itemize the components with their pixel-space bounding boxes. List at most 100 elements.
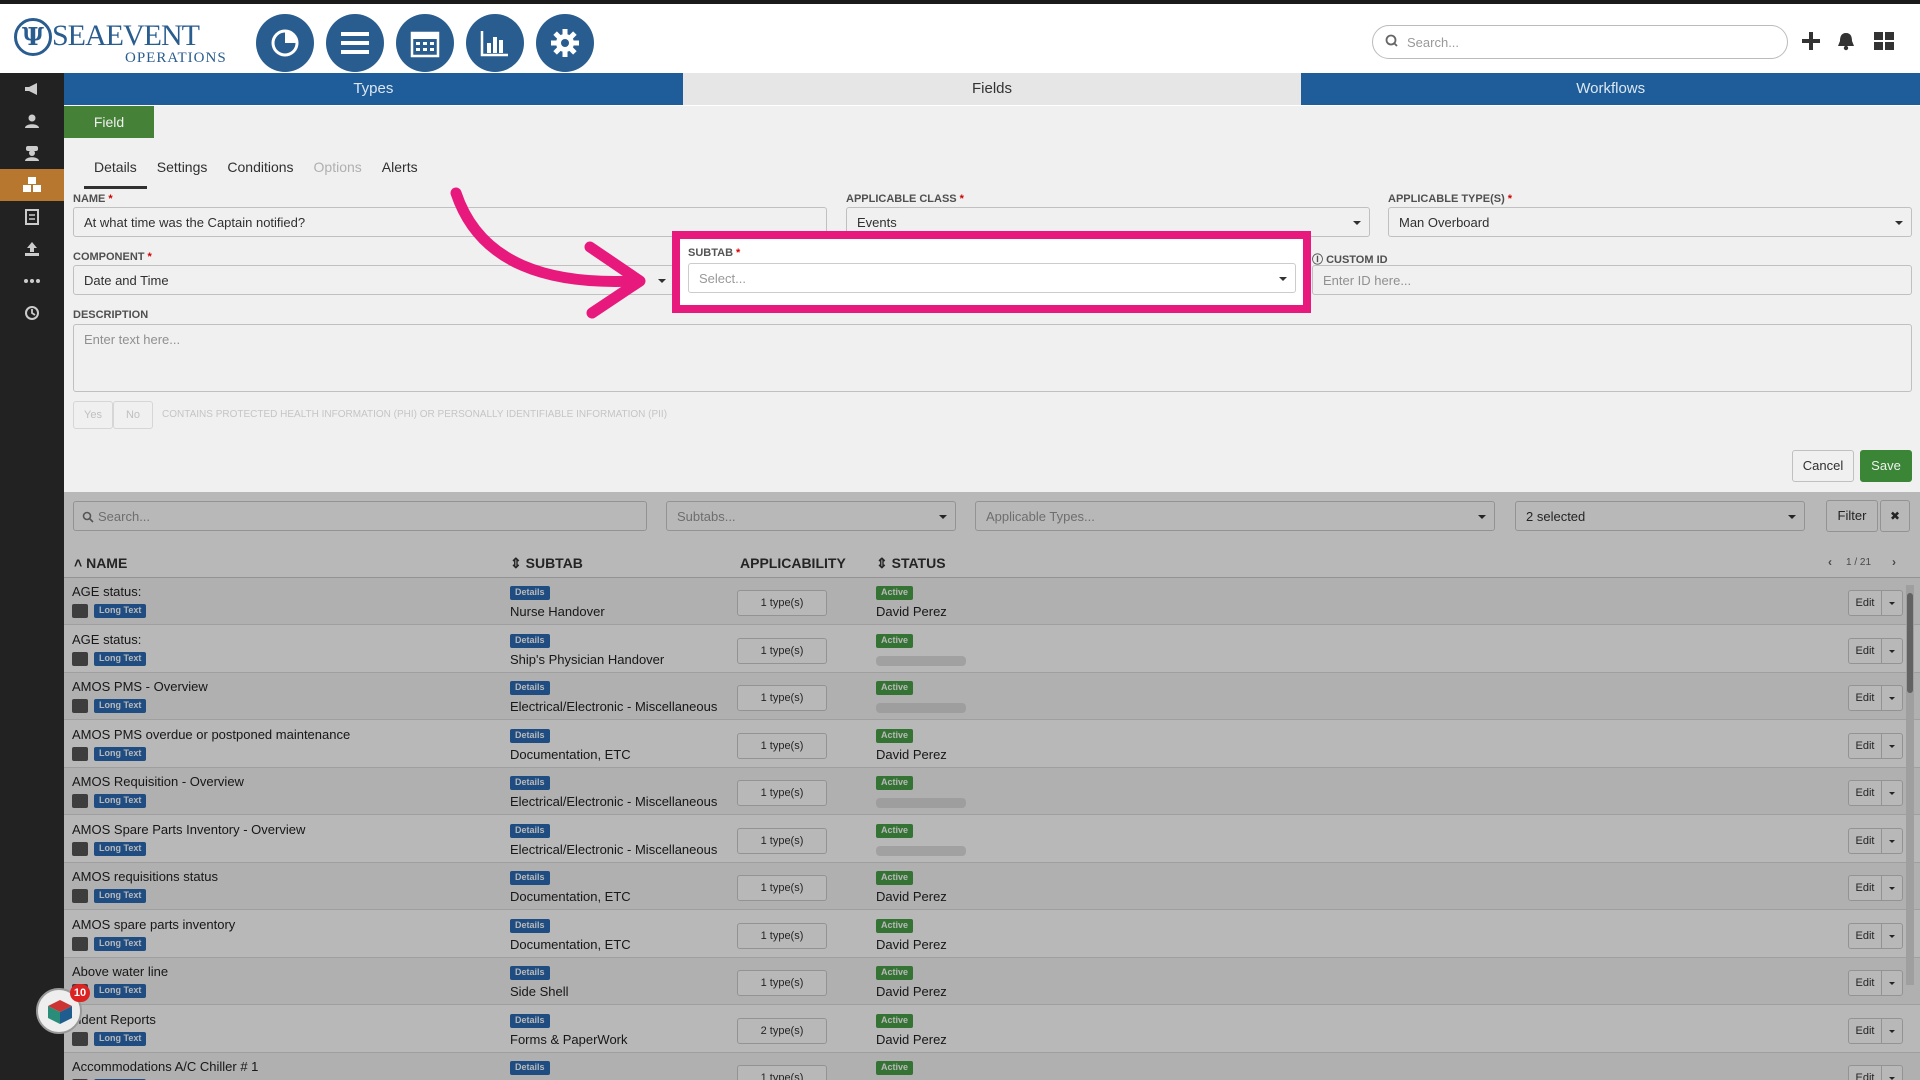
applicability-button[interactable]: 1 type(s) — [737, 875, 827, 901]
filter-button[interactable]: Filter — [1826, 500, 1878, 532]
list-button[interactable] — [326, 14, 384, 72]
subtab-details[interactable]: Details — [84, 153, 147, 189]
sidebar-item-users[interactable] — [0, 105, 64, 137]
sidebar-item-history[interactable] — [0, 297, 64, 329]
bell-icon[interactable] — [1836, 31, 1856, 51]
sidebar-item-crew[interactable] — [0, 137, 64, 169]
edit-button[interactable]: Edit — [1848, 970, 1882, 996]
edit-dropdown-button[interactable] — [1881, 732, 1903, 759]
save-button[interactable]: Save — [1860, 450, 1912, 482]
megaphone-icon — [25, 83, 37, 95]
edit-button[interactable]: Edit — [1848, 732, 1882, 759]
scrollbar-thumb[interactable] — [1907, 593, 1913, 693]
table-scrollbar[interactable] — [1906, 585, 1914, 985]
row-person: David Perez — [876, 936, 947, 952]
subtab-column-header[interactable]: ⇕ SUBTAB — [510, 555, 583, 572]
applicability-button[interactable]: 1 type(s) — [737, 637, 827, 664]
applicability-button[interactable]: 1 type(s) — [737, 827, 827, 854]
applicability-button[interactable]: 1 type(s) — [737, 970, 827, 996]
applicable-types-select[interactable]: Man Overboard — [1388, 207, 1912, 237]
applicability-button[interactable]: 1 type(s) — [737, 685, 827, 711]
table-row[interactable]: AMOS requisitions status Long Text Details… — [64, 863, 1920, 910]
clear-filter-button[interactable]: ✖ — [1880, 500, 1910, 532]
global-search-input[interactable]: Search... — [1372, 25, 1788, 59]
phi-yes-button[interactable]: Yes — [73, 401, 113, 429]
subtab-conditions[interactable]: Conditions — [217, 153, 303, 189]
subtab-alerts[interactable]: Alerts — [372, 153, 428, 189]
applicability-button[interactable]: 1 type(s) — [737, 1065, 827, 1080]
edit-button[interactable]: Edit — [1848, 685, 1882, 711]
edit-dropdown-button[interactable] — [1881, 780, 1903, 806]
edit-button[interactable]: Edit — [1848, 590, 1882, 616]
table-row[interactable]: AGE status: Long Text Details Ship's Physic… — [64, 625, 1920, 673]
pager-prev-button[interactable]: ‹ — [1828, 555, 1832, 569]
calendar-button[interactable] — [396, 14, 454, 72]
edit-button[interactable]: Edit — [1848, 875, 1882, 901]
table-row[interactable]: AMOS spare parts inventory Long Text Detai… — [64, 910, 1920, 958]
edit-dropdown-button[interactable] — [1881, 875, 1903, 901]
row-name: AMOS PMS overdue or postponed maintenanc… — [72, 726, 351, 742]
edit-dropdown-button[interactable] — [1881, 970, 1903, 996]
chevron-down-icon — [1895, 221, 1903, 225]
status-column-header[interactable]: ⇕ STATUS — [876, 555, 946, 572]
tab-fields[interactable]: Fields — [682, 73, 1302, 105]
edit-dropdown-button[interactable] — [1881, 637, 1903, 664]
reports-button[interactable] — [466, 14, 524, 72]
field-tab[interactable]: Field — [64, 106, 154, 138]
description-textarea[interactable]: Enter text here... — [73, 324, 1912, 392]
name-column-header[interactable]: ˄ NAME — [74, 555, 127, 571]
edit-dropdown-button[interactable] — [1881, 1017, 1903, 1044]
edit-dropdown-button[interactable] — [1881, 590, 1903, 616]
type-badge: Long Text — [94, 984, 147, 998]
edit-button[interactable]: Edit — [1848, 780, 1882, 806]
table-row[interactable]: AMOS Spare Parts Inventory - Overview Lon… — [64, 815, 1920, 863]
tab-types[interactable]: Types — [64, 73, 683, 105]
edit-button[interactable]: Edit — [1848, 922, 1882, 949]
applicable-types-filter[interactable]: Applicable Types... — [975, 501, 1495, 531]
edit-dropdown-button[interactable] — [1881, 922, 1903, 949]
subtab-select[interactable]: Select... — [688, 263, 1296, 293]
edit-button[interactable]: Edit — [1848, 827, 1882, 854]
plus-icon[interactable] — [1802, 32, 1820, 50]
applicability-button[interactable]: 1 type(s) — [737, 590, 827, 616]
edit-dropdown-button[interactable] — [1881, 685, 1903, 711]
status-filter[interactable]: 2 selected — [1515, 501, 1805, 531]
applicability-button[interactable]: 1 type(s) — [737, 780, 827, 806]
pager-next-button[interactable]: › — [1892, 555, 1896, 569]
phi-no-button[interactable]: No — [113, 401, 153, 429]
table-row[interactable]: Accommodations A/C Chiller # 1Long TextD… — [64, 1053, 1920, 1080]
edit-dropdown-button[interactable] — [1881, 827, 1903, 854]
sidebar-item-more[interactable] — [0, 265, 64, 297]
custom-id-input[interactable]: Enter ID here... — [1312, 265, 1912, 295]
applicable-class-label: APPLICABLE CLASS * — [846, 193, 964, 205]
edit-button[interactable]: Edit — [1848, 1065, 1882, 1080]
row-subtab: Documentation, ETC — [510, 746, 631, 762]
cancel-button[interactable]: Cancel — [1792, 450, 1854, 482]
sidebar-item-documents[interactable] — [0, 201, 64, 233]
edit-dropdown-button[interactable] — [1881, 1065, 1903, 1080]
sidebar-item-announcements[interactable] — [0, 73, 64, 105]
edit-button[interactable]: Edit — [1848, 1017, 1882, 1044]
tab-workflows[interactable]: Workflows — [1301, 73, 1920, 105]
table-row[interactable]: AGE status: Long Text Details Nurse Handove… — [64, 578, 1920, 625]
settings-button[interactable] — [536, 14, 594, 72]
apps-grid-icon[interactable] — [1874, 32, 1894, 50]
sidebar-item-configuration[interactable] — [0, 169, 64, 201]
table-row[interactable]: Above water line Long Text Details Side She… — [64, 958, 1920, 1005]
table-row[interactable]: AMOS PMS - Overview Long Text Details Elect… — [64, 673, 1920, 720]
edit-button[interactable]: Edit — [1848, 637, 1882, 664]
sidebar-item-upload[interactable] — [0, 233, 64, 265]
applicability-button[interactable]: 1 type(s) — [737, 922, 827, 949]
subtabs-filter[interactable]: Subtabs... — [666, 501, 956, 531]
custom-id-placeholder: Enter ID here... — [1323, 273, 1412, 288]
applicability-button[interactable]: 2 type(s) — [737, 1017, 827, 1044]
app-logo[interactable]: Ψ SEAEVENT OPERATIONS — [12, 12, 232, 66]
table-search-input[interactable]: Search... — [73, 501, 647, 531]
table-row[interactable]: cident Reports Long Text Details Forms & Pa… — [64, 1005, 1920, 1053]
subtab-settings[interactable]: Settings — [147, 153, 218, 189]
dashboard-button[interactable] — [256, 14, 314, 72]
table-row[interactable]: AMOS Requisition - Overview Long Text Deta… — [64, 768, 1920, 815]
applicability-button[interactable]: 1 type(s) — [737, 732, 827, 759]
chat-widget-button[interactable]: 10 — [36, 984, 90, 1034]
table-row[interactable]: AMOS PMS overdue or postponed maintenanc… — [64, 720, 1920, 768]
